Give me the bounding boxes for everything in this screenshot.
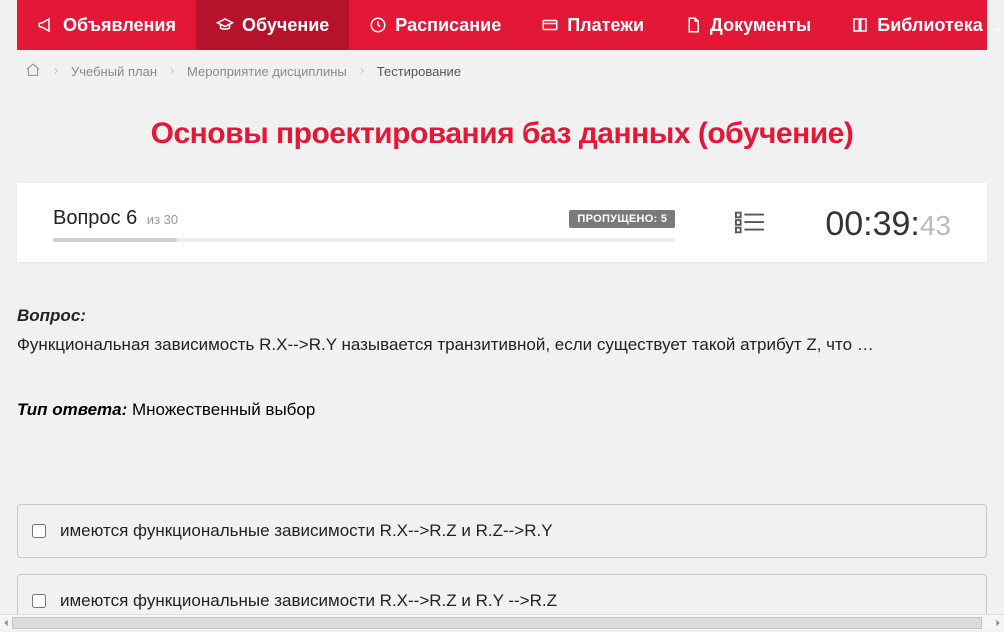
nav-announcements[interactable]: Объявления bbox=[17, 0, 196, 50]
scroll-thumb[interactable] bbox=[12, 617, 982, 629]
chevron-right-icon bbox=[51, 64, 61, 79]
nav-label: Библиотека bbox=[877, 15, 983, 36]
home-icon[interactable] bbox=[25, 62, 41, 81]
nav-label: Платежи bbox=[567, 15, 644, 36]
nav-label: Документы bbox=[710, 15, 811, 36]
progress-bar bbox=[53, 238, 675, 242]
option-text: имеются функциональные зависимости R.X--… bbox=[60, 521, 553, 541]
skipped-badge: ПРОПУЩЕНО: 5 bbox=[569, 210, 675, 228]
chevron-down-icon bbox=[991, 19, 1003, 31]
nav-label: Объявления bbox=[63, 15, 176, 36]
option-item[interactable]: имеются функциональные зависимости R.X--… bbox=[17, 504, 987, 558]
horizontal-scrollbar[interactable] bbox=[0, 614, 1004, 630]
timer: 00:39:43 bbox=[825, 205, 951, 244]
nav-schedule[interactable]: Расписание bbox=[349, 0, 521, 50]
chevron-right-icon bbox=[167, 64, 177, 79]
progress-fill bbox=[53, 238, 177, 242]
scroll-track[interactable] bbox=[12, 617, 992, 629]
nav-documents[interactable]: Документы bbox=[664, 0, 831, 50]
question-label: Вопрос: bbox=[17, 306, 987, 326]
answer-type-value: Множественный выбор bbox=[132, 400, 315, 419]
option-item[interactable]: имеются функциональные зависимости R.X--… bbox=[17, 574, 987, 615]
payment-icon bbox=[541, 16, 559, 34]
question-text: Функциональная зависимость R.X-->R.Y наз… bbox=[17, 332, 987, 358]
question-number-label: Вопрос 6 bbox=[53, 207, 143, 229]
megaphone-icon bbox=[37, 16, 55, 34]
book-icon bbox=[851, 16, 869, 34]
breadcrumb-link[interactable]: Учебный план bbox=[71, 64, 157, 79]
question-list-icon[interactable] bbox=[735, 210, 765, 239]
nav-payments[interactable]: Платежи bbox=[521, 0, 664, 50]
scroll-right-arrow[interactable] bbox=[994, 614, 1002, 632]
breadcrumb-current: Тестирование bbox=[377, 64, 461, 79]
clock-icon bbox=[369, 16, 387, 34]
graduation-cap-icon bbox=[216, 16, 234, 34]
breadcrumb-link[interactable]: Мероприятие дисциплины bbox=[187, 64, 347, 79]
document-icon bbox=[684, 16, 702, 34]
nav-label: Расписание bbox=[395, 15, 501, 36]
scroll-left-arrow[interactable] bbox=[2, 614, 10, 632]
nav-label: Обучение bbox=[242, 15, 329, 36]
breadcrumb: Учебный план Мероприятие дисциплины Тест… bbox=[17, 50, 987, 93]
nav-library[interactable]: Библиотека bbox=[831, 0, 1004, 50]
page-title: Основы проектирования баз данных (обучен… bbox=[17, 117, 987, 151]
timer-fraction: 43 bbox=[920, 210, 951, 242]
option-text: имеются функциональные зависимости R.X--… bbox=[60, 591, 557, 611]
status-card: Вопрос 6 из 30 ПРОПУЩЕНО: 5 bbox=[17, 183, 987, 262]
nav-learning[interactable]: Обучение bbox=[196, 0, 349, 50]
question-total: из 30 bbox=[147, 212, 178, 227]
answer-type: Тип ответа: Множественный выбор bbox=[17, 400, 987, 420]
main-nav: Объявления Обучение Расписание Платежи Д… bbox=[17, 0, 987, 50]
question-body: Вопрос: Функциональная зависимость R.X--… bbox=[17, 262, 987, 444]
option-checkbox[interactable] bbox=[32, 524, 46, 538]
option-checkbox[interactable] bbox=[32, 594, 46, 608]
answer-type-label: Тип ответа: bbox=[17, 400, 127, 419]
chevron-right-icon bbox=[357, 64, 367, 79]
options-list: имеются функциональные зависимости R.X--… bbox=[17, 504, 987, 615]
timer-main: 00:39: bbox=[825, 205, 920, 244]
